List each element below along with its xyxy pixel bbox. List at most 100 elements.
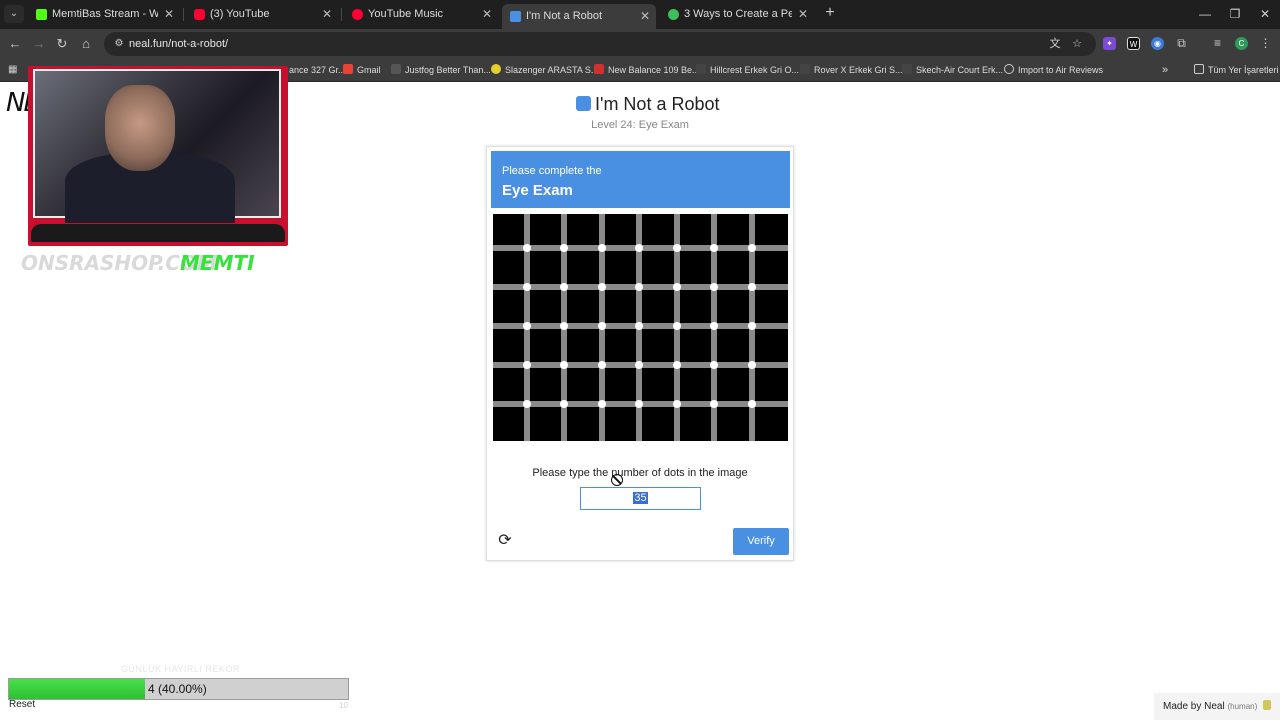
refresh-icon[interactable]: ⟳ [496, 532, 514, 550]
close-tab-icon[interactable]: ✕ [798, 4, 808, 25]
profile-avatar[interactable]: C [1235, 37, 1248, 50]
hermann-grid [493, 214, 788, 441]
captcha-card: Please complete the Eye Exam Please type… [486, 146, 794, 561]
captcha-header: Please complete the Eye Exam [491, 151, 790, 208]
grid-dot [598, 361, 606, 369]
progress-text: 4 (40.00%) [148, 682, 207, 696]
tab-youtube[interactable]: (3) YouTube ✕ [186, 4, 338, 25]
bookmark-favicon [696, 64, 706, 74]
bookmark-item[interactable]: ance 327 Gr... [289, 58, 346, 82]
reload-icon[interactable]: ↻ [52, 34, 72, 54]
tab-strip: ⌄ MemtiBas Stream - Watch Live ✕ (3) You… [0, 0, 1280, 29]
bookmark-item[interactable]: Hillcrest Erkek Gri O... [696, 58, 799, 82]
apps-icon[interactable]: ▦ [8, 64, 20, 76]
bookmark-item[interactable]: Gmail [343, 58, 381, 82]
stream-progress-bar: 4 (40.00%) [8, 678, 349, 700]
level-subtitle: Level 24: Eye Exam [591, 119, 689, 131]
tab-title: I'm Not a Robot [526, 10, 603, 22]
grid-dot [635, 283, 643, 291]
new-tab-button[interactable]: + [820, 3, 840, 23]
tab-not-a-robot[interactable]: I'm Not a Robot ✕ [502, 4, 656, 29]
captcha-header-line2: Eye Exam [502, 182, 573, 199]
dot-count-input[interactable]: 35 [580, 487, 701, 510]
grid-dot [710, 361, 718, 369]
folder-icon [1194, 64, 1204, 74]
captcha-header-line1: Please complete the [502, 165, 602, 177]
bookmark-favicon [594, 64, 604, 74]
bookmark-item[interactable]: New Balance 109 Be... [594, 58, 700, 82]
webcam-feed [33, 69, 281, 223]
progress-fill [9, 679, 145, 699]
grid-dot [560, 283, 568, 291]
page-title: I'm Not a Robot [576, 94, 720, 115]
globe-icon [1004, 64, 1014, 74]
grid-dot [598, 244, 606, 252]
grid-dot [710, 283, 718, 291]
bookmark-favicon [391, 64, 401, 74]
home-icon[interactable]: ⌂ [76, 34, 96, 54]
bookmark-favicon [902, 64, 912, 74]
puzzle-icon[interactable]: ⧉ [1175, 37, 1188, 50]
webcam-overlay [28, 66, 288, 246]
grid-dot [710, 400, 718, 408]
grid-dot [748, 361, 756, 369]
kick-icon [36, 9, 47, 20]
tab-perfect-circle[interactable]: 3 Ways to Create a Perfect Circl ✕ [660, 4, 814, 25]
restore-button[interactable]: ❐ [1220, 4, 1250, 24]
grid-dot [673, 361, 681, 369]
grid-dot [710, 322, 718, 330]
verify-button[interactable]: Verify [733, 528, 789, 555]
reading-list-icon[interactable]: ≡ [1211, 37, 1224, 50]
minimize-button[interactable]: — [1190, 4, 1220, 24]
close-window-button[interactable]: ✕ [1250, 4, 1280, 24]
grid-dot [673, 322, 681, 330]
tab-memtibas[interactable]: MemtiBas Stream - Watch Live ✕ [28, 4, 180, 25]
bookmark-item[interactable]: Slazenger ARASTA S... [491, 58, 598, 82]
bookmark-item[interactable]: Rover X Erkek Gri S... [800, 58, 903, 82]
url-text[interactable]: neal.fun/not-a-robot/ [129, 32, 228, 56]
forward-icon[interactable]: → [29, 34, 49, 54]
grid-dot [748, 400, 756, 408]
overlay-brand-logo: MEMTI [180, 251, 255, 275]
illusion-grid-image [493, 214, 788, 441]
reset-label: Reset [9, 699, 36, 710]
grid-dot [748, 244, 756, 252]
grid-dot [635, 322, 643, 330]
extension-icon[interactable]: ◉ [1151, 37, 1164, 50]
extension-icon[interactable]: W [1127, 37, 1140, 50]
robot-icon [510, 11, 521, 22]
bookmark-item[interactable]: Import to Air Reviews [1004, 58, 1103, 82]
menu-icon[interactable]: ⋮ [1259, 37, 1272, 50]
close-tab-icon[interactable]: ✕ [164, 4, 174, 25]
robot-icon [1263, 700, 1272, 710]
tab-search-button[interactable]: ⌄ [4, 5, 24, 23]
more-bookmarks-icon[interactable]: » [1162, 58, 1168, 82]
all-bookmarks-folder[interactable]: Tüm Yer İşaretleri [1194, 58, 1279, 82]
grid-dot [710, 244, 718, 252]
grid-dot [523, 361, 531, 369]
address-bar[interactable]: ⚙ neal.fun/not-a-robot/ 文 ☆ [104, 32, 1096, 56]
grid-dot [635, 244, 643, 252]
close-tab-icon[interactable]: ✕ [640, 4, 650, 29]
made-by-small: (human) [1227, 702, 1258, 711]
made-by-neal-badge[interactable]: Made by Neal (human) [1154, 693, 1280, 720]
bookmark-item[interactable]: Justfog Better Than... [391, 58, 491, 82]
bookmark-star-icon[interactable]: ☆ [1070, 37, 1084, 51]
translate-icon[interactable]: 文 [1048, 37, 1062, 51]
youtube-music-icon [352, 9, 363, 20]
close-tab-icon[interactable]: ✕ [482, 4, 492, 25]
grid-dot [560, 400, 568, 408]
site-info-icon[interactable]: ⚙ [112, 37, 126, 51]
bookmark-item[interactable]: Skech-Air Court Erk... [902, 58, 1003, 82]
extension-icon[interactable]: ✦ [1103, 37, 1116, 50]
grid-dot [673, 400, 681, 408]
overlay-ghost-text: GÜNLÜK HAYIRLI REKOR [121, 664, 240, 674]
close-tab-icon[interactable]: ✕ [322, 4, 332, 25]
grid-dot [560, 361, 568, 369]
grid-dot [748, 283, 756, 291]
grid-dot [748, 322, 756, 330]
back-icon[interactable]: ← [5, 34, 25, 54]
grid-dot [560, 244, 568, 252]
bookmark-favicon [800, 64, 810, 74]
tab-youtube-music[interactable]: YouTube Music ✕ [344, 4, 498, 25]
